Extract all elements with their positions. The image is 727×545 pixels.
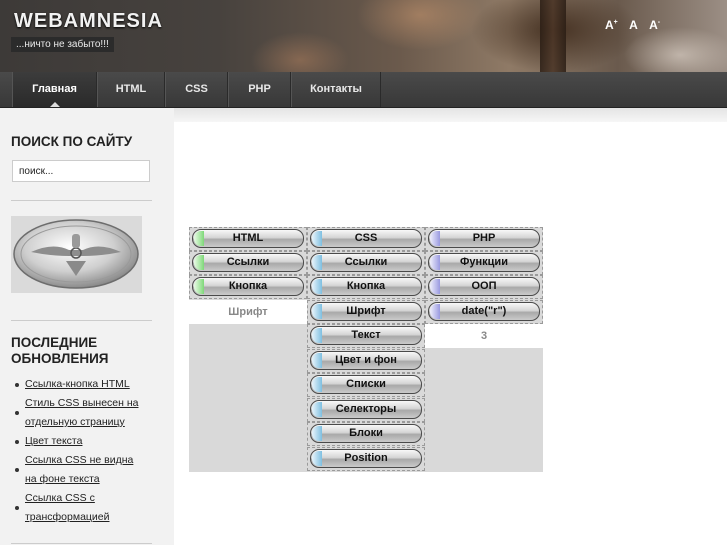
search-input[interactable] bbox=[12, 160, 150, 182]
update-link[interactable]: отдельную страницу bbox=[25, 413, 165, 432]
update-link[interactable]: Стиль CSS вынесен на bbox=[25, 394, 165, 413]
menu-button-css-font[interactable]: Шрифт bbox=[310, 302, 422, 321]
bullet-icon bbox=[15, 383, 19, 387]
menu-cell: CSS bbox=[307, 227, 425, 251]
menu-cell: Блоки bbox=[307, 422, 425, 446]
update-link[interactable]: Ссылка CSS с bbox=[25, 489, 165, 508]
update-link[interactable]: Ссылка CSS не видна bbox=[25, 451, 165, 470]
menu-cell: Селекторы bbox=[307, 398, 425, 422]
menu-cell: ООП bbox=[425, 275, 543, 299]
font-decrease-button[interactable]: A- bbox=[649, 18, 660, 32]
bullet-icon bbox=[15, 468, 19, 472]
menu-button-php-functions[interactable]: Функции bbox=[428, 253, 540, 272]
menu-button-html-links[interactable]: Ссылки bbox=[192, 253, 304, 272]
menu-cell: Списки bbox=[307, 373, 425, 397]
sidebar-divider bbox=[11, 200, 152, 201]
updates-heading: ПОСЛЕДНИЕ bbox=[11, 335, 98, 350]
menu-cell: Функции bbox=[425, 251, 543, 275]
menu-button-css-button[interactable]: Кнопка bbox=[310, 277, 422, 296]
html-menu-column: HTML Ссылки Кнопка Шрифт bbox=[189, 227, 307, 472]
site-title[interactable]: WEBAMNESIA bbox=[14, 10, 163, 33]
css-menu-column: CSS Ссылки Кнопка Шрифт Текст Цвет и фон… bbox=[307, 227, 425, 472]
main-navigation: Главная HTML CSS PHP Контакты bbox=[0, 72, 727, 108]
list-item: Ссылка CSS не видна на фоне текста bbox=[12, 451, 162, 489]
menu-grid: HTML Ссылки Кнопка Шрифт CSS Ссылки Кноп… bbox=[189, 227, 543, 472]
menu-cell: Ссылки bbox=[189, 251, 307, 275]
search-heading: ПОИСК ПО САЙТУ bbox=[11, 134, 133, 149]
menu-button-css-links[interactable]: Ссылки bbox=[310, 253, 422, 272]
menu-button-php[interactable]: PHP bbox=[428, 229, 540, 248]
menu-cell: Ссылки bbox=[307, 251, 425, 275]
menu-cell: Текст bbox=[307, 324, 425, 348]
header-background-photo bbox=[540, 0, 566, 72]
list-item: Цвет текста bbox=[12, 432, 162, 451]
bullet-icon bbox=[15, 506, 19, 510]
menu-label-number: 3 bbox=[425, 324, 543, 348]
menu-button-css-position[interactable]: Position bbox=[310, 449, 422, 468]
menu-button-php-date[interactable]: date("r") bbox=[428, 302, 540, 321]
menu-cell: HTML bbox=[189, 227, 307, 251]
menu-cell: PHP bbox=[425, 227, 543, 251]
update-link[interactable]: трансформацией bbox=[25, 508, 165, 527]
menu-button-php-oop[interactable]: ООП bbox=[428, 277, 540, 296]
menu-cell: Position bbox=[307, 447, 425, 471]
menu-label-font: Шрифт bbox=[189, 300, 307, 324]
nav-item-contacts[interactable]: Контакты bbox=[291, 72, 381, 107]
list-item: Стиль CSS вынесен на отдельную страницу bbox=[12, 394, 162, 432]
menu-button-html[interactable]: HTML bbox=[192, 229, 304, 248]
menu-button-css-blocks[interactable]: Блоки bbox=[310, 424, 422, 443]
nav-item-html[interactable]: HTML bbox=[97, 72, 165, 107]
menu-button-css[interactable]: CSS bbox=[310, 229, 422, 248]
menu-cell: Шрифт bbox=[307, 300, 425, 324]
nav-item-css[interactable]: CSS bbox=[165, 72, 228, 107]
font-size-controls: A+ A A- bbox=[605, 18, 668, 32]
menu-cell: Кнопка bbox=[307, 275, 425, 299]
menu-button-html-button[interactable]: Кнопка bbox=[192, 277, 304, 296]
php-menu-column: PHP Функции ООП date("r") 3 bbox=[425, 227, 543, 472]
menu-button-css-selectors[interactable]: Селекторы bbox=[310, 400, 422, 419]
menu-button-css-lists[interactable]: Списки bbox=[310, 375, 422, 394]
list-item: Ссылка CSS с трансформацией bbox=[12, 489, 162, 527]
font-increase-button[interactable]: A+ bbox=[605, 18, 618, 32]
sidebar-divider bbox=[11, 320, 152, 321]
menu-cell: Цвет и фон bbox=[307, 349, 425, 373]
site-tagline: ...ничто не забыто!!! bbox=[11, 37, 114, 52]
updates-heading: ОБНОВЛЕНИЯ bbox=[11, 351, 109, 366]
font-reset-button[interactable]: A bbox=[629, 18, 638, 32]
bullet-icon bbox=[15, 411, 19, 415]
nav-item-php[interactable]: PHP bbox=[228, 72, 291, 107]
faravahar-emblem-image[interactable] bbox=[11, 216, 142, 293]
bullet-icon bbox=[15, 440, 19, 444]
menu-button-css-text[interactable]: Текст bbox=[310, 326, 422, 345]
menu-button-css-color[interactable]: Цвет и фон bbox=[310, 351, 422, 370]
menu-cell: date("r") bbox=[425, 300, 543, 324]
update-link[interactable]: Цвет текста bbox=[25, 432, 165, 451]
site-header: WEBAMNESIA ...ничто не забыто!!! A+ A A- bbox=[0, 0, 727, 72]
nav-item-home[interactable]: Главная bbox=[12, 72, 97, 107]
list-item: Ссылка-кнопка HTML bbox=[12, 375, 162, 394]
update-link[interactable]: на фоне текста bbox=[25, 470, 165, 489]
content-top-strip bbox=[174, 108, 727, 122]
update-link[interactable]: Ссылка-кнопка HTML bbox=[25, 375, 165, 394]
menu-cell: Кнопка bbox=[189, 275, 307, 299]
sidebar-divider bbox=[11, 543, 152, 544]
